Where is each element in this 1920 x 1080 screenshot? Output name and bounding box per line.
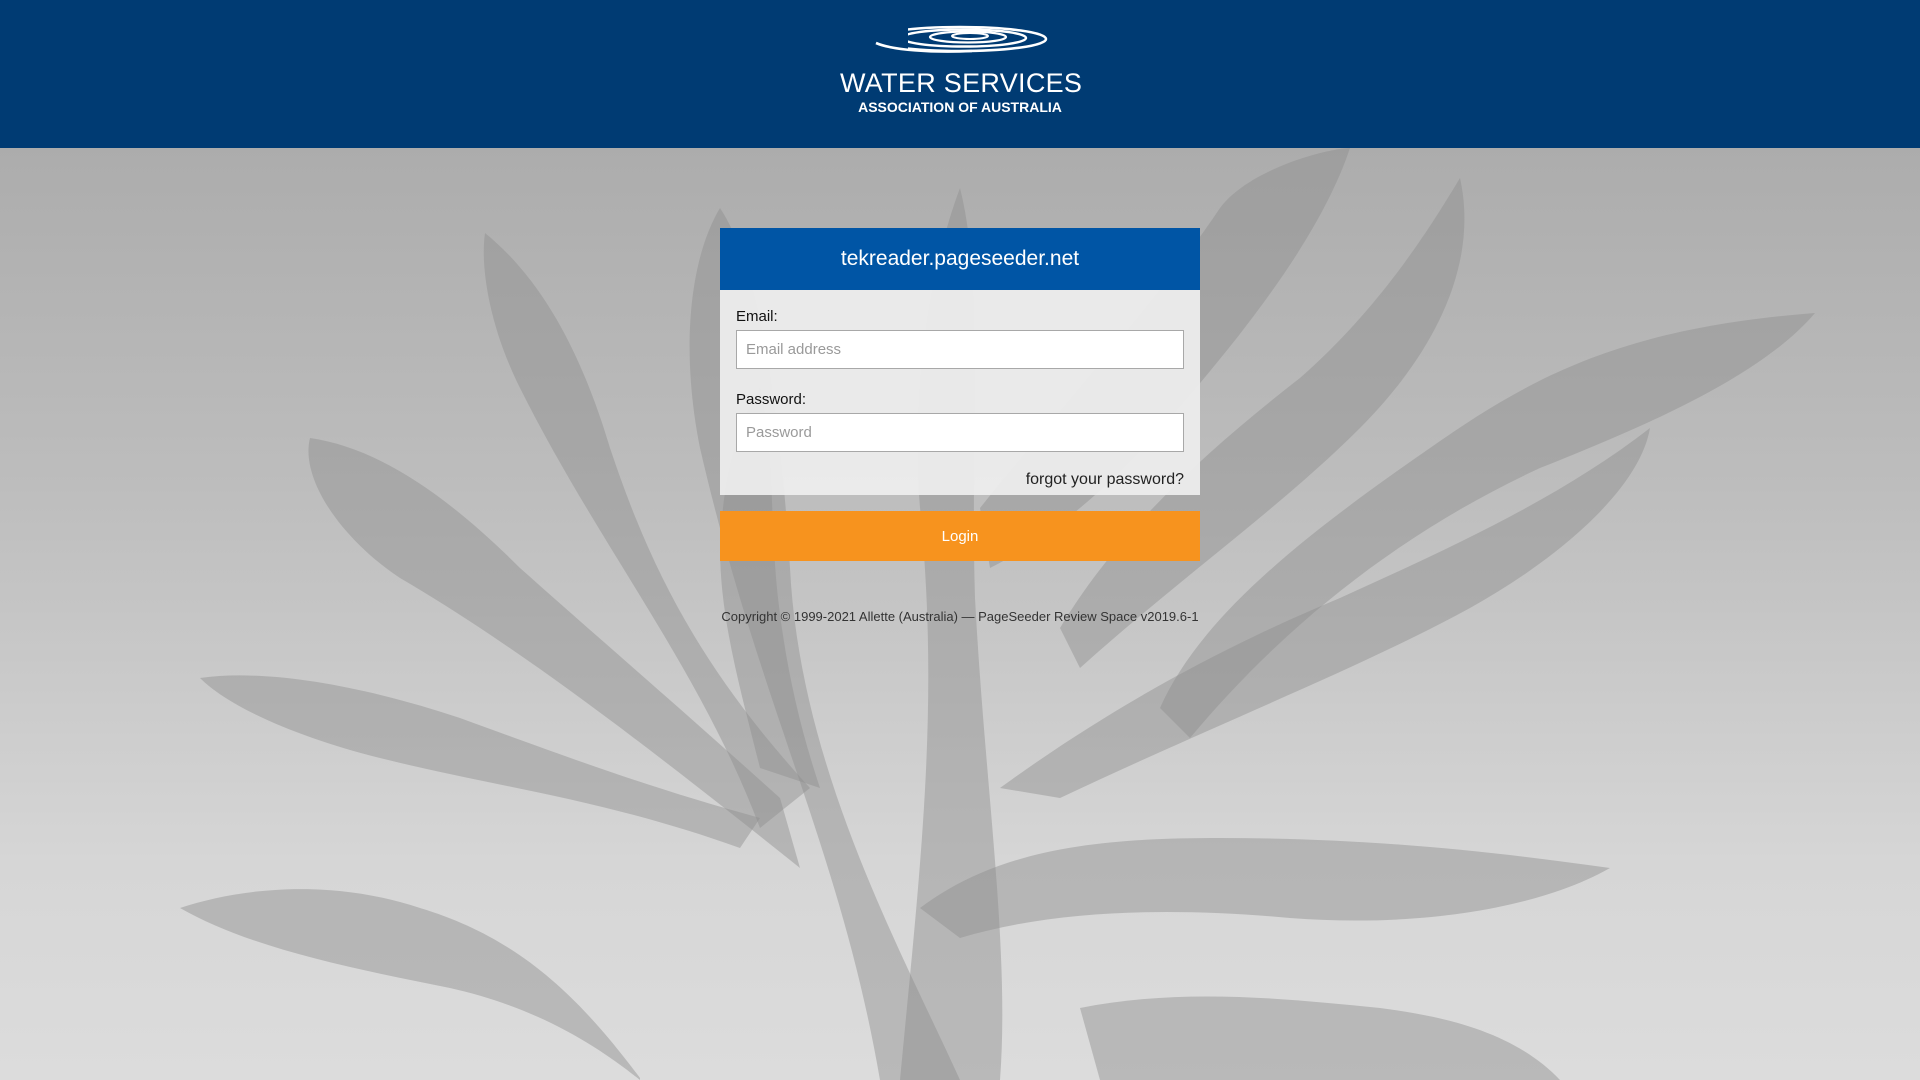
- brand-line1: WATER SERVICES: [840, 68, 1083, 98]
- login-form: Email: Password: forgot your password?: [720, 290, 1200, 495]
- password-field[interactable]: [736, 413, 1184, 452]
- ripple-logo-icon: [872, 24, 1048, 54]
- login-button[interactable]: Login: [720, 511, 1200, 561]
- site-title: tekreader.pageseeder.net: [720, 228, 1200, 290]
- password-label: Password:: [736, 391, 807, 408]
- copyright-text: Copyright © 1999-2021 Allette (Australia…: [721, 609, 1199, 624]
- site-header: WATER SERVICES ASSOCIATION OF AUSTRALIA: [0, 0, 1920, 148]
- brand-line2: ASSOCIATION OF AUSTRALIA: [858, 99, 1062, 115]
- password-group: Password:: [736, 391, 1184, 452]
- wsaa-logo: WATER SERVICES ASSOCIATION OF AUSTRALIA: [840, 24, 1083, 116]
- forgot-row: forgot your password?: [736, 471, 1184, 489]
- forgot-password-link[interactable]: forgot your password?: [1026, 471, 1184, 488]
- email-label: Email:: [736, 308, 778, 325]
- login-panel: tekreader.pageseeder.net Email: Password…: [720, 228, 1200, 624]
- email-field[interactable]: [736, 330, 1184, 369]
